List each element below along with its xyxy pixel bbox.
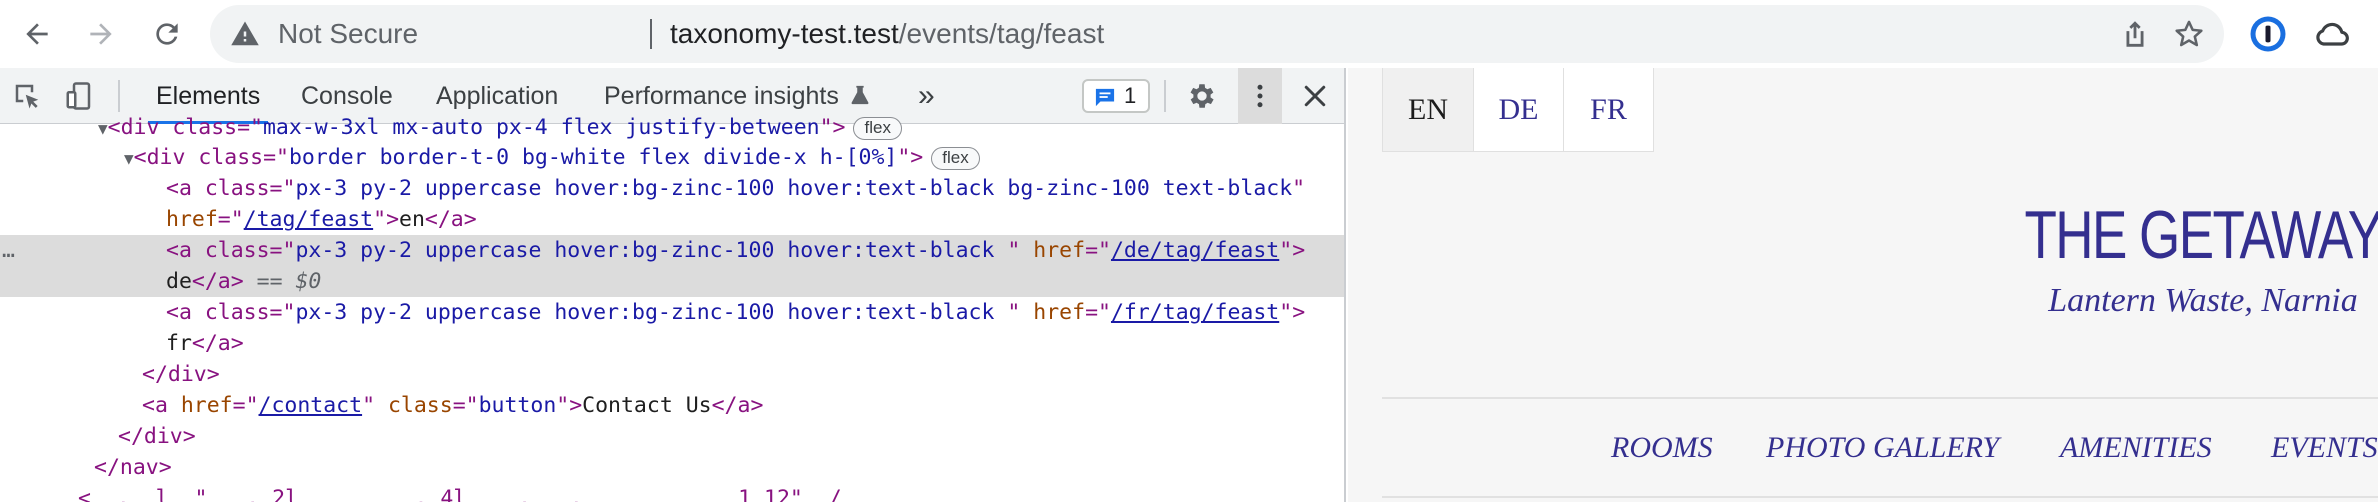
inspect-element-icon[interactable] <box>12 81 42 111</box>
devtools-panel: Elements Console Application Performance… <box>0 68 1346 502</box>
dom-node-line[interactable]: </nav> <box>0 452 1344 483</box>
selected-node-marker: == $0 <box>256 269 322 294</box>
experiment-beaker-icon <box>851 85 869 105</box>
href-link[interactable]: /de/tag/feast <box>1111 238 1279 263</box>
dom-tree: ▼<div class="max-w-3xl mx-auto px-4 flex… <box>0 115 1344 502</box>
language-en[interactable]: EN <box>1383 68 1473 151</box>
reload-icon <box>156 23 178 45</box>
share-icon[interactable] <box>2118 17 2152 51</box>
url-host: taxonomy-test.test <box>670 18 899 49</box>
url-path: /events/tag/feast <box>898 18 1105 49</box>
reload-button[interactable] <box>142 9 192 59</box>
address-bar[interactable]: Not Secure taxonomy-test.test/events/tag… <box>210 5 2224 63</box>
dom-node-line-selected[interactable]: de</a> == $0 <box>0 266 1344 297</box>
nav-item-events[interactable]: EVENTS <box>2271 428 2378 468</box>
back-button[interactable] <box>12 9 62 59</box>
devtools-separator <box>118 80 120 112</box>
href-link[interactable]: /contact <box>259 393 363 418</box>
close-icon[interactable] <box>1300 81 1330 111</box>
dom-node-line[interactable]: ▼<div class="border border-t-0 bg-white … <box>0 142 1344 173</box>
password-manager-icon[interactable] <box>2248 14 2288 54</box>
site-subtitle: Lantern Waste, Narnia <box>2048 282 2358 319</box>
collapse-triangle-icon[interactable]: ▼ <box>124 149 134 168</box>
dom-node-line[interactable]: ▼<div class="max-w-3xl mx-auto px-4 flex… <box>0 112 1344 143</box>
warning-triangle-icon <box>231 21 259 46</box>
language-switcher: EN DE FR <box>1382 68 1654 152</box>
divider <box>1382 397 2378 399</box>
language-de[interactable]: DE <box>1473 68 1563 151</box>
collapse-triangle-icon[interactable]: ▼ <box>98 119 108 138</box>
site-title[interactable]: THE GETAWAY <box>2016 196 2378 274</box>
dom-node-line[interactable]: <a href="/contact" class="button">Contac… <box>0 390 1344 421</box>
nav-item-rooms[interactable]: ROOMS <box>1611 428 1713 468</box>
dom-node-line[interactable]: <a class="px-3 py-2 uppercase hover:bg-z… <box>0 173 1344 204</box>
browser-toolbar: Not Secure taxonomy-test.test/events/tag… <box>0 0 2378 68</box>
dom-node-line[interactable]: fr</a> <box>0 328 1344 359</box>
divider <box>1382 496 2378 498</box>
back-arrow-icon <box>26 23 48 45</box>
flex-badge[interactable]: flex <box>853 116 902 140</box>
nav-item-photo-gallery[interactable]: PHOTO GALLERY <box>1766 428 1999 468</box>
flex-badge[interactable]: flex <box>931 146 980 170</box>
device-toolbar-icon[interactable] <box>64 81 94 111</box>
issues-badge[interactable]: 1 <box>1082 79 1150 113</box>
dom-node-line[interactable]: href="/tag/feast">en</a> <box>0 204 1344 235</box>
nav-item-amenities[interactable]: AMENITIES <box>2060 428 2212 468</box>
language-fr[interactable]: FR <box>1563 68 1653 151</box>
tab-performance-insights-label: Performance insights <box>604 82 839 110</box>
security-status[interactable]: Not Secure <box>278 5 418 63</box>
forward-arrow-icon <box>90 23 112 45</box>
url-text[interactable]: taxonomy-test.test/events/tag/feast <box>670 5 1104 63</box>
node-actions-icon[interactable]: … <box>0 235 166 266</box>
cloud-icon[interactable] <box>2312 14 2352 54</box>
dom-node-line[interactable]: </div> <box>0 359 1344 390</box>
dom-node-line-selected[interactable]: … <a class="px-3 py-2 uppercase hover:bg-… <box>0 235 1344 266</box>
address-separator <box>650 19 652 49</box>
dom-node-line[interactable]: </div> <box>0 421 1344 452</box>
devtools-separator <box>1164 80 1166 112</box>
message-icon <box>1095 88 1115 107</box>
href-link[interactable]: /fr/tag/feast <box>1111 300 1279 325</box>
dom-node-line[interactable]: < . l " . 2l . 4l . . 1 12" / <box>0 483 1344 502</box>
rendered-page: EN DE FR THE GETAWAY Lantern Waste, Narn… <box>1348 68 2378 502</box>
bookmark-star-icon[interactable] <box>2172 17 2206 51</box>
kebab-menu-icon <box>1257 84 1263 108</box>
dom-node-line[interactable]: <a class="px-3 py-2 uppercase hover:bg-z… <box>0 297 1344 328</box>
settings-gear-icon[interactable] <box>1186 80 1218 112</box>
issues-count: 1 <box>1124 83 1137 108</box>
forward-button[interactable] <box>76 9 126 59</box>
href-link[interactable]: /tag/feast <box>244 207 373 232</box>
